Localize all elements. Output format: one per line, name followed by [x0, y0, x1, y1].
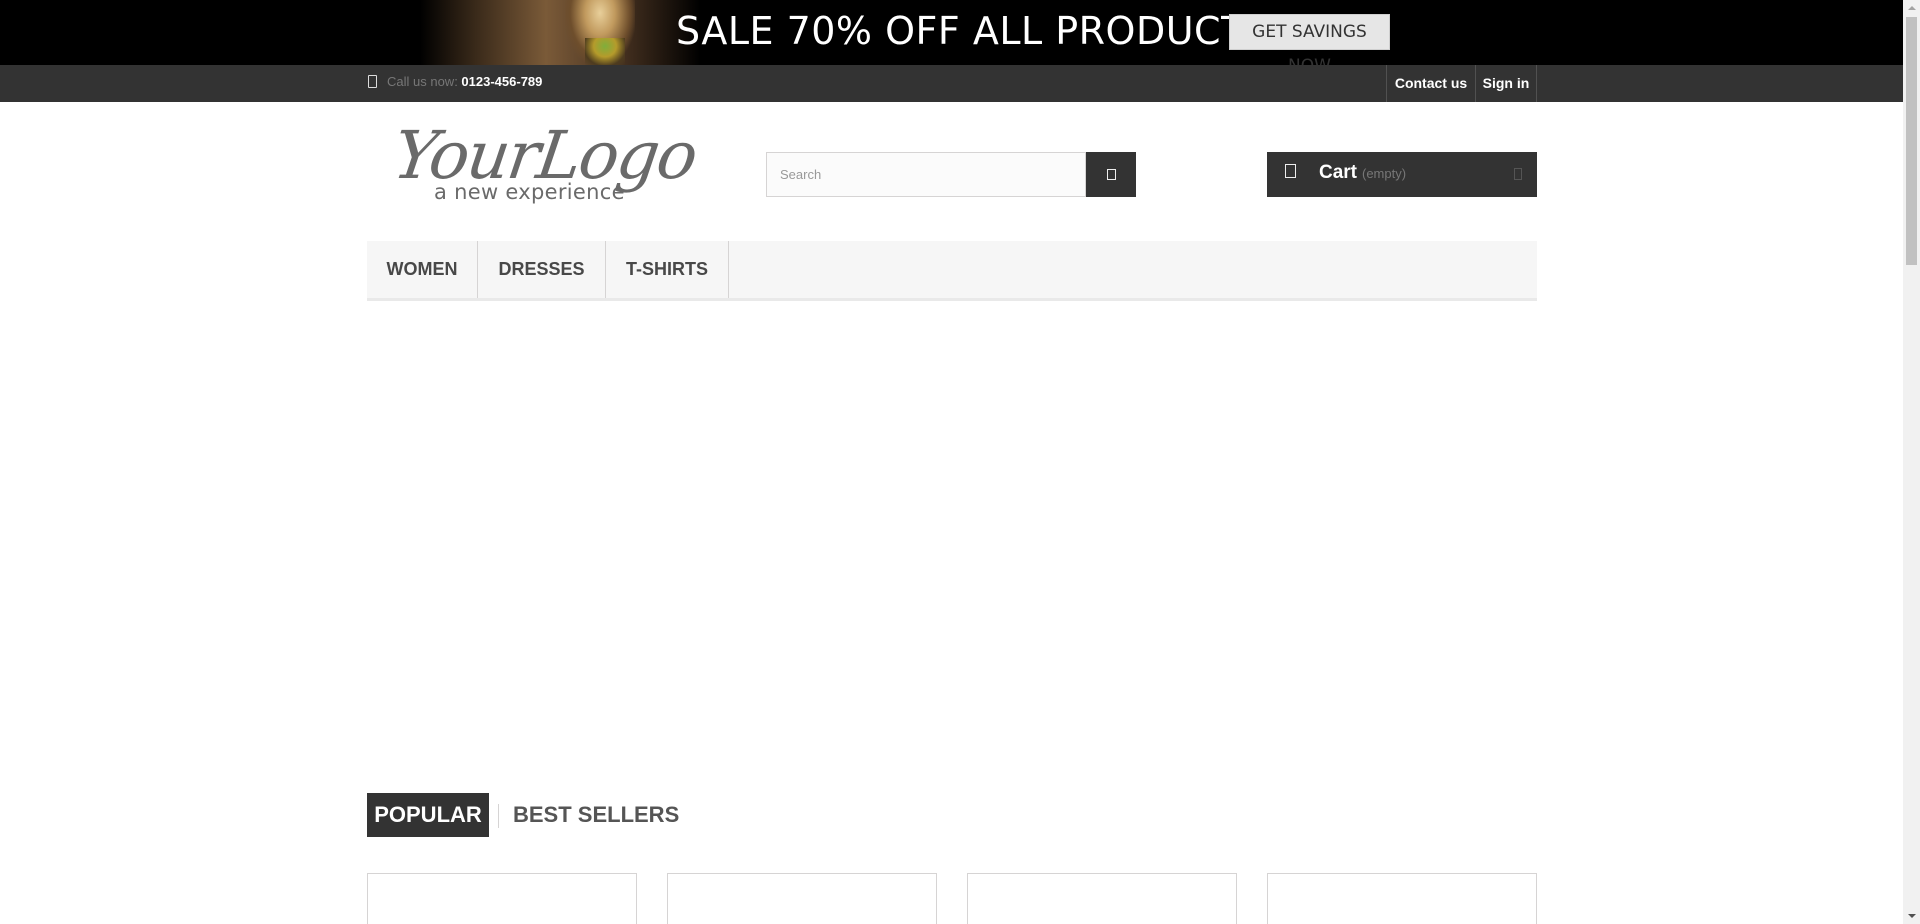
cart-status: (empty): [1362, 166, 1407, 181]
product-card[interactable]: [667, 873, 937, 924]
scrollbar-thumb[interactable]: [1906, 17, 1917, 265]
site-logo[interactable]: YourLogo a new experience: [389, 117, 701, 210]
menu-item-women[interactable]: WOMEN: [367, 241, 477, 298]
call-label: Call us now:: [387, 74, 462, 89]
menu-divider: [728, 241, 729, 298]
product-card[interactable]: [1267, 873, 1537, 924]
product-card[interactable]: [367, 873, 637, 924]
phone-icon: [368, 75, 377, 88]
banner-headline: SALE 70% OFF ALL PRODUCTS: [676, 9, 1270, 53]
call-us-info: Call us now: 0123-456-789: [368, 74, 542, 90]
nav-divider: [1536, 65, 1537, 102]
search-input[interactable]: Search: [766, 152, 1086, 197]
top-nav-bar: [0, 65, 1903, 102]
scroll-up-arrow-icon[interactable]: [1903, 0, 1920, 17]
sign-in-link[interactable]: Sign in: [1476, 65, 1536, 102]
banner-photo: [420, 0, 700, 65]
cart-label: Cart: [1319, 162, 1358, 183]
tab-popular[interactable]: POPULAR: [367, 793, 489, 837]
banner-model-dress: [585, 38, 625, 65]
search-button[interactable]: [1086, 152, 1136, 197]
chevron-down-icon: [1514, 168, 1522, 180]
get-savings-button[interactable]: GET SAVINGS NOW: [1229, 14, 1390, 65]
menu-item-t-shirts[interactable]: T-SHIRTS: [606, 241, 728, 298]
promo-banner[interactable]: SALE 70% OFF ALL PRODUCTS GET SAVINGS NO…: [0, 0, 1903, 65]
tab-best-sellers[interactable]: BEST SELLERS: [513, 793, 679, 837]
search-icon: [1107, 169, 1116, 180]
tab-divider: [498, 804, 499, 828]
scroll-down-arrow-icon[interactable]: [1903, 907, 1920, 924]
menu-item-dresses[interactable]: DRESSES: [478, 241, 605, 298]
logo-tagline: a new experience: [434, 180, 625, 204]
cart-button[interactable]: Cart (empty): [1267, 152, 1537, 197]
contact-us-link[interactable]: Contact us: [1387, 65, 1475, 102]
phone-number: 0123-456-789: [461, 74, 543, 89]
page: SALE 70% OFF ALL PRODUCTS GET SAVINGS NO…: [0, 0, 1920, 924]
cart-icon: [1285, 164, 1296, 178]
product-card[interactable]: [967, 873, 1237, 924]
